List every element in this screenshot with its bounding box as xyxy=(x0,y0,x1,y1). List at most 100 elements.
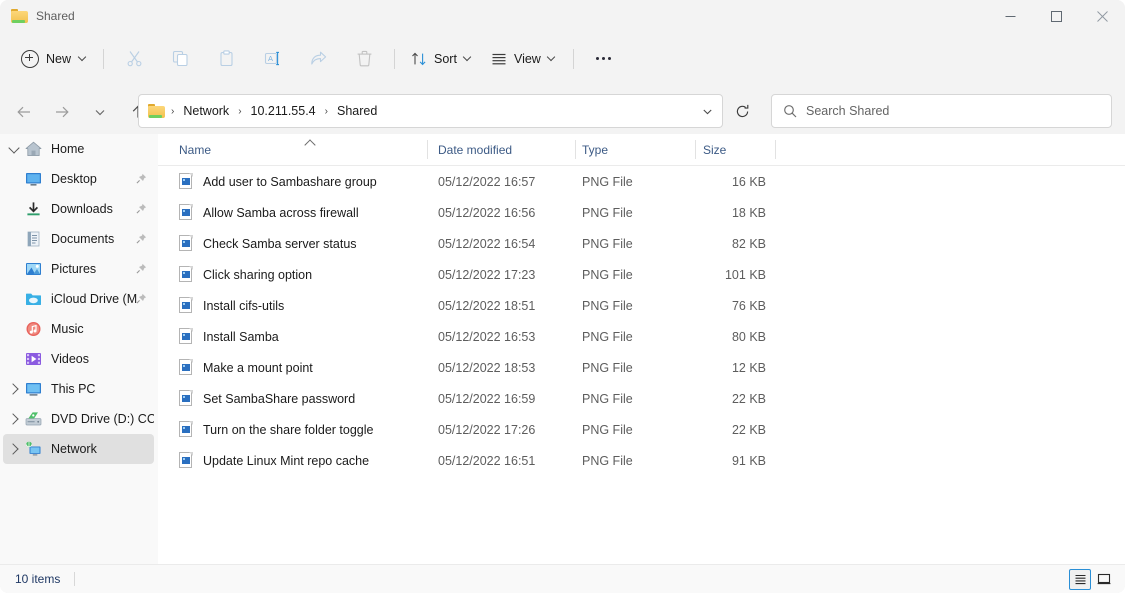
png-file-icon xyxy=(179,421,193,438)
status-bar: 10 items xyxy=(0,564,1125,593)
breadcrumb-item-shared[interactable]: Shared xyxy=(331,101,383,121)
toolbar-divider xyxy=(572,48,574,69)
details-view-button[interactable] xyxy=(1069,568,1091,590)
table-row[interactable]: Click sharing option 05/12/2022 17:23 PNG … xyxy=(158,259,1125,290)
chevron-right-icon[interactable] xyxy=(3,374,25,404)
pin-icon[interactable] xyxy=(136,263,147,277)
home-icon xyxy=(25,141,43,157)
downloads-icon xyxy=(25,201,43,217)
sidebar-item-icloud-drive-m[interactable]: iCloud Drive (M xyxy=(3,284,154,314)
sidebar-item-videos[interactable]: Videos xyxy=(3,344,154,374)
table-row[interactable]: Allow Samba across firewall 05/12/2022 16… xyxy=(158,197,1125,228)
table-row[interactable]: Turn on the share folder toggle 05/12/202… xyxy=(158,414,1125,445)
file-name-cell: Set SambaShare password xyxy=(179,383,355,414)
column-header-name[interactable]: Name xyxy=(179,134,417,165)
videos-icon xyxy=(25,351,43,367)
forward-button[interactable] xyxy=(46,96,78,128)
back-button[interactable] xyxy=(8,96,40,128)
file-name-cell: Install cifs-utils xyxy=(179,290,284,321)
file-size-cell: 80 KB xyxy=(731,329,766,344)
file-name-cell: Check Samba server status xyxy=(179,228,357,259)
column-header-type[interactable]: Type xyxy=(582,134,682,165)
file-type-cell: PNG File xyxy=(582,360,633,375)
title-bar: Shared xyxy=(0,0,1125,32)
pin-icon[interactable] xyxy=(136,293,147,307)
file-date-cell: 05/12/2022 16:53 xyxy=(438,329,536,344)
view-button[interactable]: View xyxy=(482,42,566,76)
sidebar-item-documents[interactable]: Documents xyxy=(3,224,154,254)
sidebar-item-downloads[interactable]: Downloads xyxy=(3,194,154,224)
chevron-down-icon xyxy=(464,54,473,63)
breadcrumb-separator: › xyxy=(238,105,242,117)
svg-text:A: A xyxy=(268,54,273,63)
sidebar-item-dvd-drive-d-ccco[interactable]: DVD Drive (D:) CCCO xyxy=(3,404,154,434)
sidebar-item-network[interactable]: Network xyxy=(3,434,154,464)
sidebar-item-home[interactable]: Home xyxy=(3,134,154,164)
png-file-icon xyxy=(179,390,193,407)
table-row[interactable]: Install cifs-utils 05/12/2022 18:51 PNG Fi… xyxy=(158,290,1125,321)
chevron-right-icon[interactable] xyxy=(3,434,25,464)
table-row[interactable]: Install Samba 05/12/2022 16:53 PNG File 80 … xyxy=(158,321,1125,352)
sidebar-item-label: iCloud Drive (M xyxy=(51,292,138,306)
previous-locations-button[interactable] xyxy=(692,95,722,127)
more-options-button[interactable] xyxy=(584,42,624,76)
chevron-right-icon[interactable] xyxy=(3,404,25,434)
paste-icon[interactable] xyxy=(206,42,246,76)
navigation-pane[interactable]: Home Desktop Downloads Documents Pictures iCl… xyxy=(0,134,158,565)
sidebar-item-pictures[interactable]: Pictures xyxy=(3,254,154,284)
maximize-button[interactable] xyxy=(1033,0,1079,32)
new-button[interactable]: New xyxy=(12,42,96,76)
table-row[interactable]: Update Linux Mint repo cache 05/12/2022 1… xyxy=(158,445,1125,476)
delete-icon[interactable] xyxy=(344,42,384,76)
file-type-cell: PNG File xyxy=(582,453,633,468)
sidebar-item-this-pc[interactable]: This PC xyxy=(3,374,154,404)
share-icon[interactable] xyxy=(298,42,338,76)
file-size-cell: 82 KB xyxy=(731,236,766,251)
breadcrumb-separator: › xyxy=(171,105,175,117)
table-row[interactable]: Make a mount point 05/12/2022 18:53 PNG Fi… xyxy=(158,352,1125,383)
new-button-label: New xyxy=(46,51,72,66)
sidebar-item-label: Videos xyxy=(51,352,89,366)
copy-icon[interactable] xyxy=(160,42,200,76)
sidebar-item-label: Network xyxy=(51,442,97,456)
rename-icon[interactable]: A xyxy=(252,42,292,76)
pin-icon[interactable] xyxy=(136,173,147,187)
sort-button[interactable]: Sort xyxy=(402,42,482,76)
file-date-cell: 05/12/2022 16:59 xyxy=(438,391,536,406)
folder-icon xyxy=(148,103,165,119)
file-rows: Add user to Sambashare group 05/12/2022 1… xyxy=(158,166,1125,476)
large-icons-view-button[interactable] xyxy=(1093,569,1115,590)
sidebar-item-label: Home xyxy=(51,142,85,156)
dvd-drive-icon xyxy=(25,411,43,427)
table-row[interactable]: Add user to Sambashare group 05/12/2022 1… xyxy=(158,166,1125,197)
file-type-cell: PNG File xyxy=(582,267,633,282)
icloud-icon xyxy=(25,291,43,307)
recent-locations-button[interactable] xyxy=(84,96,116,128)
minimize-button[interactable] xyxy=(987,0,1033,32)
refresh-icon[interactable] xyxy=(727,96,757,126)
table-row[interactable]: Check Samba server status 05/12/2022 16:5… xyxy=(158,228,1125,259)
file-size-cell: 22 KB xyxy=(731,391,766,406)
chevron-down-icon xyxy=(78,54,87,63)
search-input[interactable]: Search Shared xyxy=(771,94,1112,128)
column-header-size[interactable]: Size xyxy=(703,134,763,165)
file-type-cell: PNG File xyxy=(582,205,633,220)
pin-icon[interactable] xyxy=(136,233,147,247)
pictures-icon xyxy=(25,261,43,277)
sort-button-label: Sort xyxy=(434,51,457,66)
table-row[interactable]: Set SambaShare password 05/12/2022 16:59 P… xyxy=(158,383,1125,414)
column-header-date-modified[interactable]: Date modified xyxy=(438,134,566,165)
close-icon[interactable] xyxy=(1079,0,1125,32)
item-count-label: 10 items xyxy=(15,572,61,586)
breadcrumb-item-network[interactable]: Network xyxy=(177,101,235,121)
breadcrumb-item-host[interactable]: 10.211.55.4 xyxy=(245,101,322,121)
cut-icon[interactable] xyxy=(114,42,154,76)
chevron-down-icon[interactable] xyxy=(3,134,25,164)
sidebar-item-music[interactable]: Music xyxy=(3,314,154,344)
png-file-icon xyxy=(179,297,193,314)
pin-icon[interactable] xyxy=(136,203,147,217)
music-icon xyxy=(25,321,43,337)
command-bar: New A Sort View xyxy=(0,32,1125,85)
address-bar[interactable]: › Network › 10.211.55.4 › Shared xyxy=(138,94,723,128)
sidebar-item-desktop[interactable]: Desktop xyxy=(3,164,154,194)
